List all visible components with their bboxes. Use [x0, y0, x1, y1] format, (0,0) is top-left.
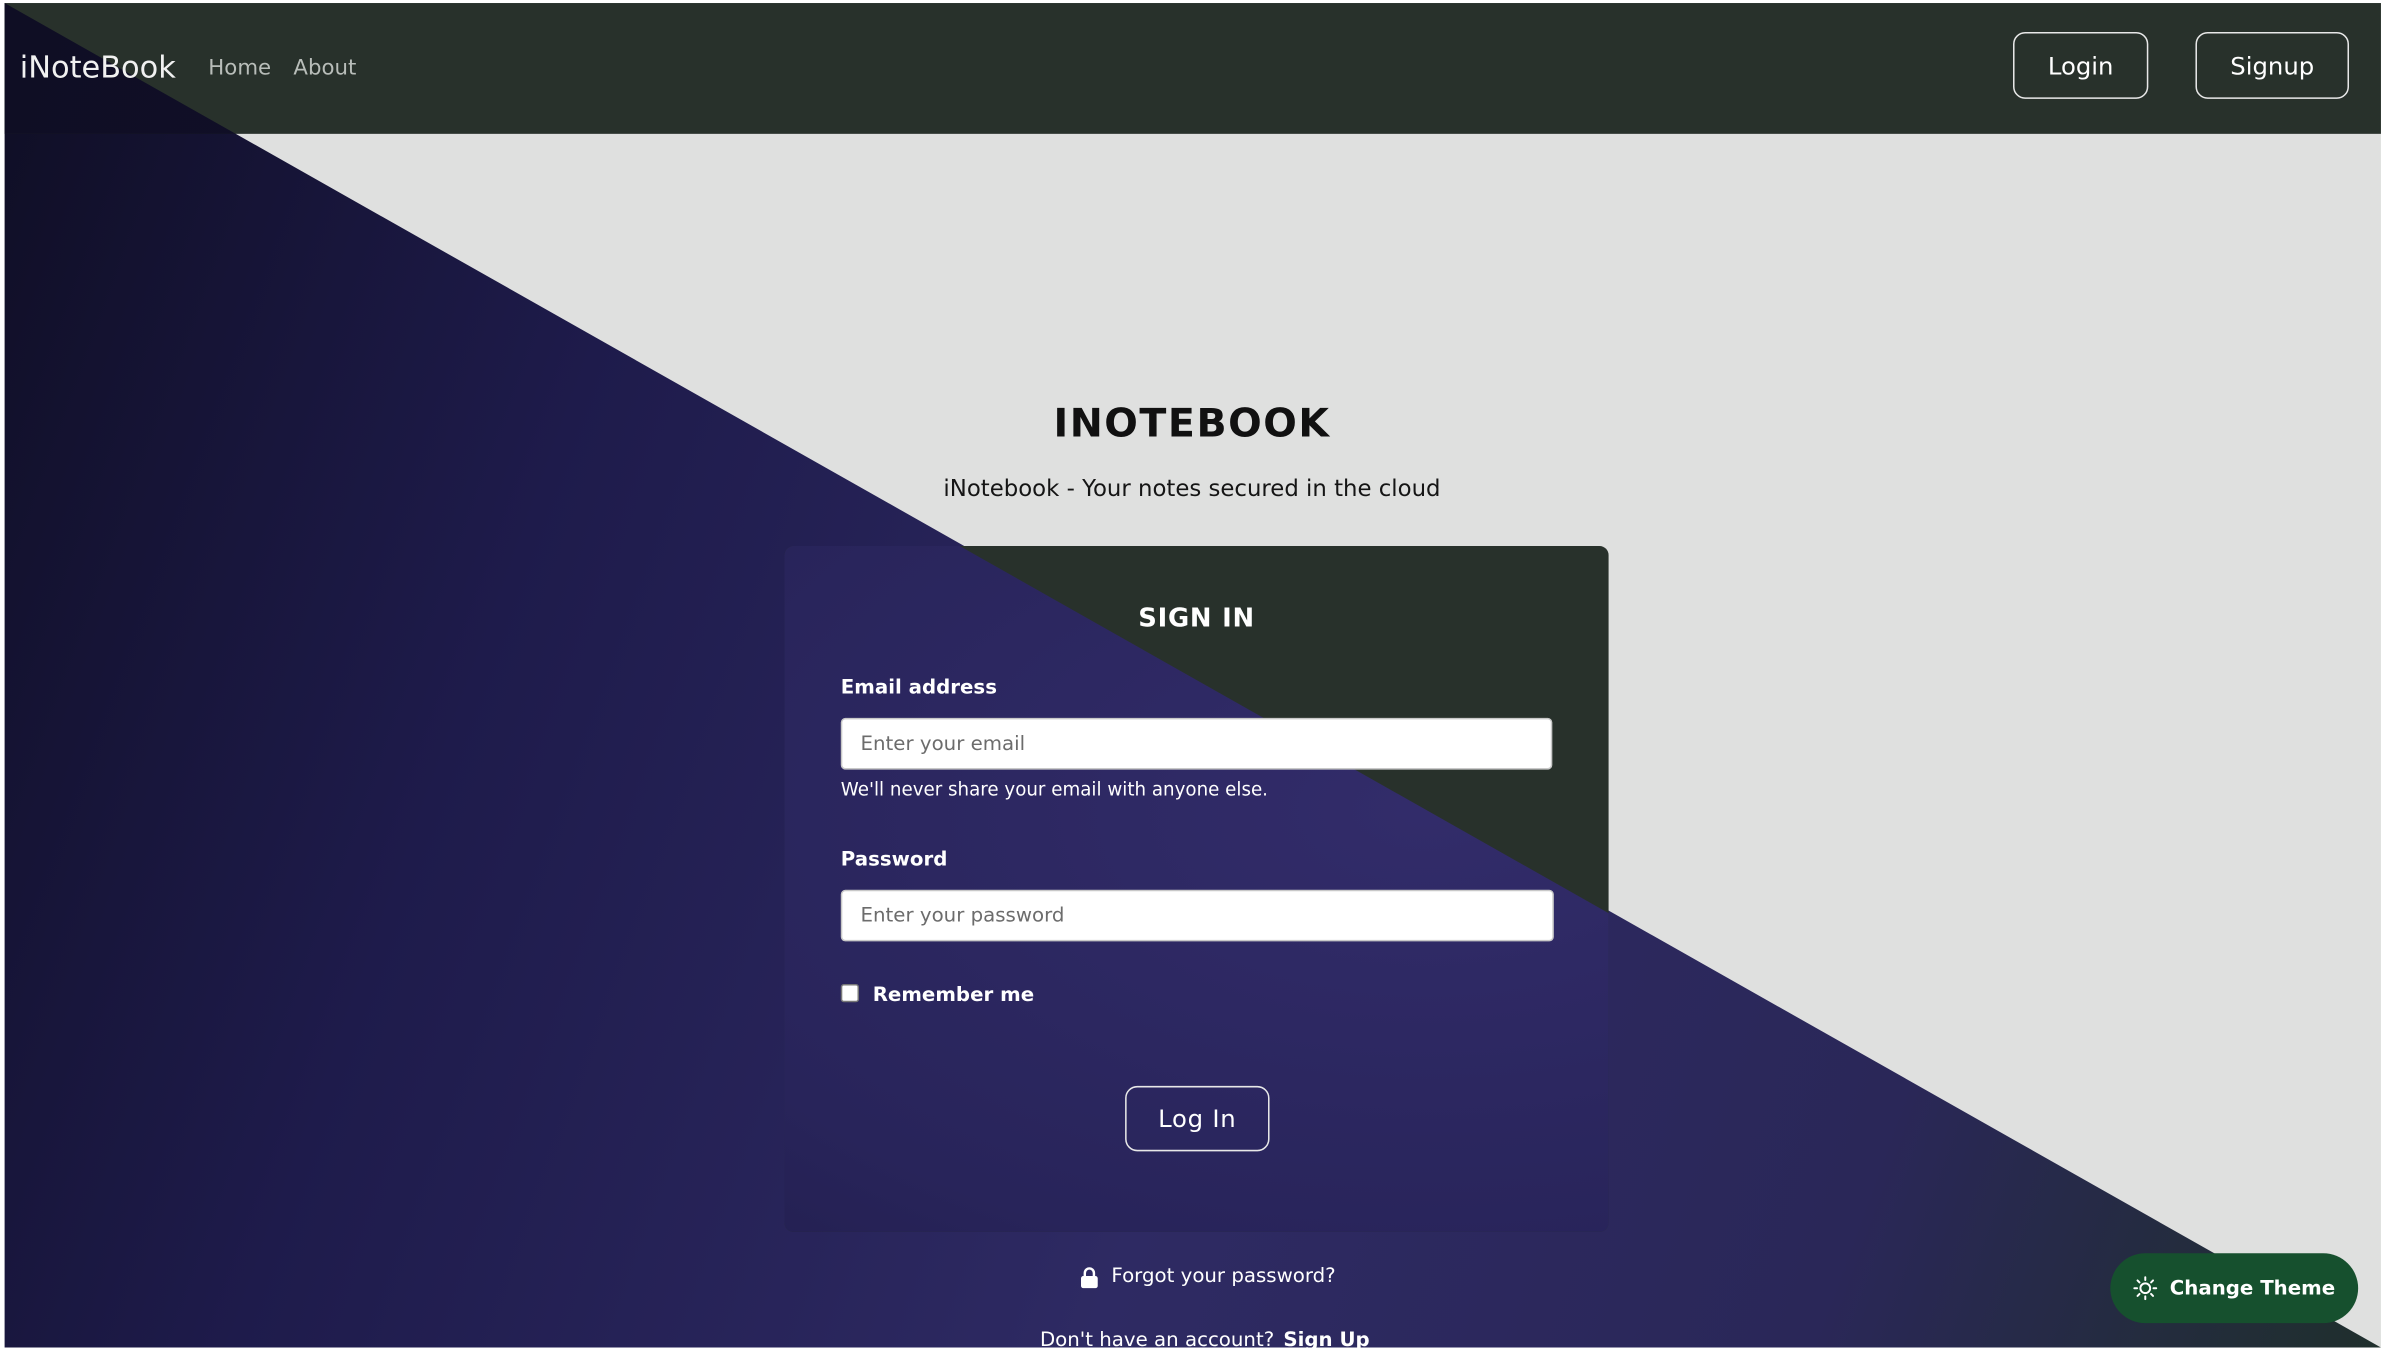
remember-me-checkbox[interactable]	[840, 984, 860, 1003]
nav-about-link[interactable]: About	[293, 56, 356, 80]
log-in-button[interactable]: Log In	[1125, 1085, 1270, 1152]
change-theme-button[interactable]: Change Theme	[2110, 1253, 2359, 1324]
no-account-text: Don't have an account?	[1039, 1329, 1275, 1349]
sun-icon	[2133, 1276, 2158, 1301]
forgot-password-label[interactable]: Forgot your password?	[1111, 1265, 1335, 1288]
email-help-text: We'll never share your email with anyone…	[840, 778, 1268, 800]
signin-card: SIGN IN Email address We'll never share …	[784, 546, 1609, 1232]
email-field[interactable]	[840, 717, 1553, 770]
change-theme-label[interactable]: Change Theme	[2170, 1277, 2335, 1300]
password-field[interactable]	[840, 889, 1554, 942]
page-subtitle: iNotebook - Your notes secured in the cl…	[943, 474, 1441, 502]
sign-up-link[interactable]: Sign Up	[1283, 1329, 1369, 1349]
brand-logo[interactable]: iNoteBook	[20, 49, 176, 86]
navbar: iNoteBook Home About Login Signup	[4, 3, 2381, 134]
nav-home-link[interactable]: Home	[208, 56, 271, 80]
signup-button[interactable]: Signup	[2195, 31, 2350, 99]
password-label: Password	[840, 848, 948, 872]
remember-me-label[interactable]: Remember me	[873, 984, 1034, 1007]
login-button[interactable]: Login	[2013, 31, 2149, 99]
signup-prompt: Don't have an account? Sign Up	[1040, 1329, 1370, 1349]
page-title: INOTEBOOK	[1053, 401, 1331, 448]
lock-icon	[1081, 1266, 1098, 1288]
signin-title: SIGN IN	[1138, 603, 1255, 635]
forgot-password-link[interactable]: Forgot your password?	[1079, 1265, 1336, 1288]
email-label: Email address	[840, 676, 997, 700]
